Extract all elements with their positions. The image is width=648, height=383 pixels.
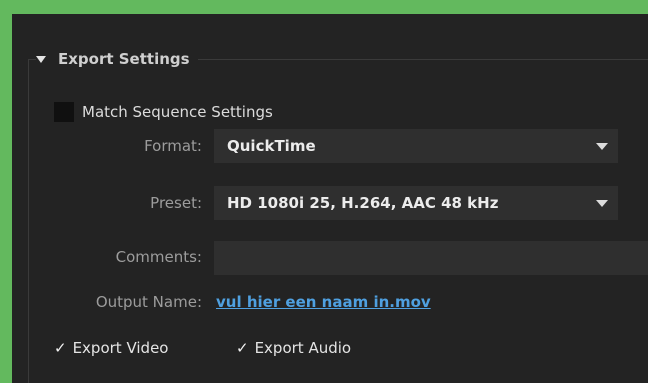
format-label: Format: [144, 137, 202, 155]
chevron-down-icon [596, 199, 608, 207]
checkmark-icon: ✓ [54, 339, 67, 357]
checkmark-icon: ✓ [236, 339, 249, 357]
comments-input[interactable] [214, 241, 648, 275]
preset-dropdown[interactable]: HD 1080i 25, H.264, AAC 48 kHz [214, 186, 618, 220]
preset-label: Preset: [150, 194, 202, 212]
chevron-down-icon [596, 142, 608, 150]
output-name-label: Output Name: [95, 293, 202, 311]
match-sequence-checkbox[interactable] [54, 102, 74, 122]
match-sequence-label: Match Sequence Settings [82, 103, 273, 121]
export-audio-toggle[interactable]: ✓ Export Audio [236, 339, 351, 357]
preset-value: HD 1080i 25, H.264, AAC 48 kHz [227, 194, 499, 212]
triangle-down-icon[interactable] [36, 55, 46, 63]
section-header[interactable]: Export Settings [36, 48, 198, 70]
export-video-label: Export Video [72, 339, 169, 357]
output-name-link[interactable]: vul hier een naam in.mov [216, 293, 431, 311]
match-sequence-row[interactable]: Match Sequence Settings [54, 102, 273, 122]
export-audio-label: Export Audio [254, 339, 352, 357]
section-title: Export Settings [58, 50, 190, 68]
export-settings-panel: Export Settings Match Sequence Settings … [12, 14, 648, 383]
format-dropdown[interactable]: QuickTime [214, 129, 618, 163]
export-video-toggle[interactable]: ✓ Export Video [54, 339, 168, 357]
comments-label: Comments: [115, 248, 202, 266]
format-value: QuickTime [227, 137, 316, 155]
